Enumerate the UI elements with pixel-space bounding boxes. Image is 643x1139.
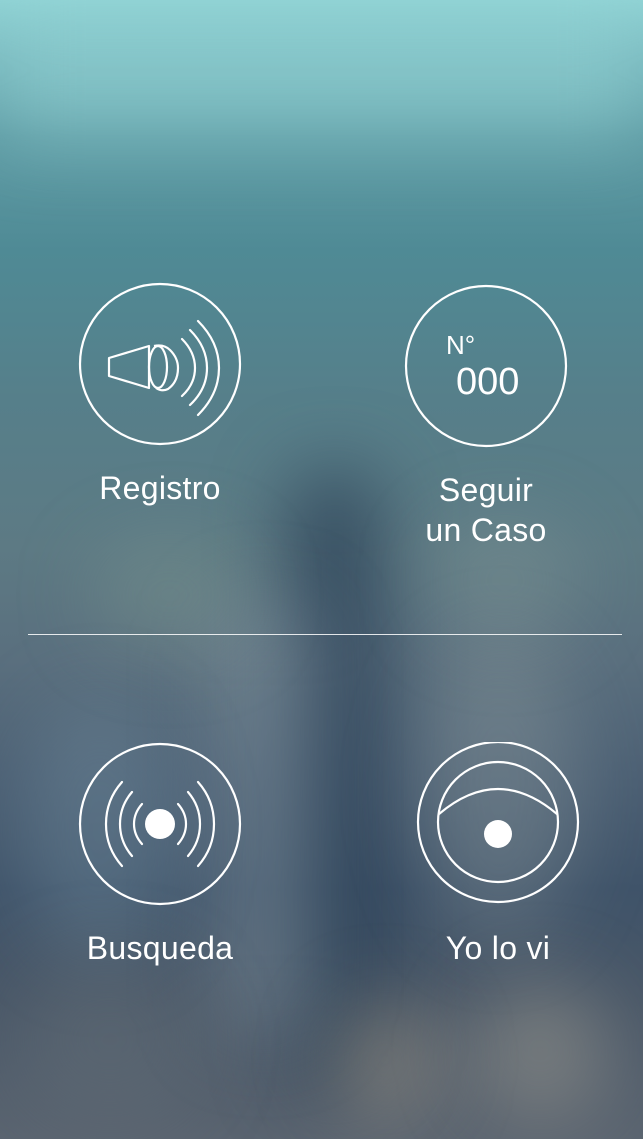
background-blur — [0, 0, 643, 140]
eye-icon — [416, 742, 580, 904]
registro-button[interactable]: Registro — [78, 282, 242, 508]
busqueda-button[interactable]: Busqueda — [60, 742, 260, 968]
case-number-prefix: N° — [446, 330, 475, 360]
registro-label: Registro — [99, 470, 221, 506]
section-divider — [28, 634, 622, 635]
seguir-caso-label: Seguir un Caso — [425, 470, 546, 550]
busqueda-label: Busqueda — [86, 930, 234, 966]
yo-lo-vi-label: Yo lo vi — [445, 930, 551, 966]
case-number-value: 000 — [456, 361, 519, 403]
background-blur — [20, 960, 200, 1120]
seguir-caso-label-line2: un Caso — [425, 512, 547, 548]
case-number-icon: N° 000 — [404, 284, 568, 448]
background-blur — [330, 1000, 440, 1120]
signal-broadcast-icon — [78, 742, 242, 906]
seguir-caso-label-line1: Seguir — [438, 472, 534, 508]
home-screen: Registro N° 000 Seguir un Caso Busqueda — [0, 0, 643, 1139]
yo-lo-vi-button[interactable]: Yo lo vi — [390, 742, 606, 968]
background-blur — [470, 980, 610, 1120]
seguir-caso-button[interactable]: N° 000 Seguir un Caso — [380, 284, 592, 550]
megaphone-icon — [78, 282, 242, 446]
